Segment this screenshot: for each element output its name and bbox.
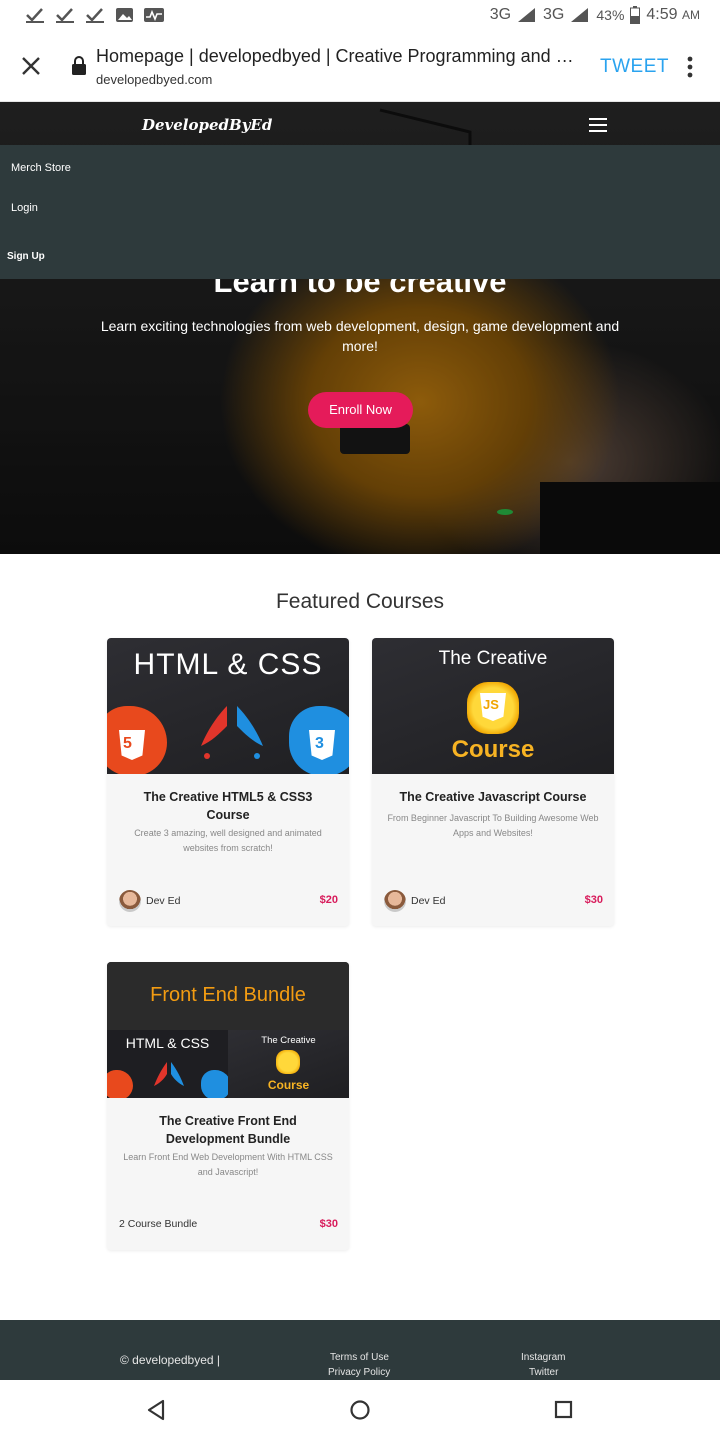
bundle-js-text-2: Course	[267, 1078, 310, 1092]
menu-item-merch-store[interactable]: Merch Store	[11, 162, 71, 174]
course-price: $20	[319, 894, 338, 906]
image-icon	[116, 8, 133, 22]
css3-glyph: 3	[315, 735, 324, 752]
footer-link-terms[interactable]: Terms of Use	[330, 1352, 389, 1363]
check-icon	[86, 8, 104, 23]
nav-menu: Merch Store Login Sign Up	[0, 145, 720, 279]
birds-illustration	[154, 1062, 184, 1086]
course-thumbnail: The Creative JS Course	[372, 638, 614, 774]
browser-toolbar: Homepage | developedbyed | Creative Prog…	[0, 32, 720, 102]
check-icon	[56, 8, 74, 23]
bundle-html-text: HTML & CSS	[125, 1035, 210, 1051]
course-thumbnail: HTML & CSS 5 3	[107, 638, 349, 774]
activity-icon	[144, 8, 164, 22]
bundle-js-text-1: The Creative	[261, 1035, 316, 1046]
featured-courses-heading: Featured Courses	[275, 590, 445, 613]
bundle-html-thumb: HTML & CSS	[107, 1030, 231, 1098]
html5-shield-icon	[107, 1070, 133, 1098]
enroll-now-button[interactable]: Enroll Now	[308, 392, 413, 428]
battery-icon	[630, 6, 641, 24]
course-title[interactable]: The Creative HTML5 & CSS3 Course	[123, 788, 333, 824]
course-meta: 2 Course Bundle	[119, 1218, 197, 1230]
js-glyph: JS	[483, 697, 499, 712]
clock-ampm: AM	[682, 8, 700, 22]
course-description: Learn Front End Web Development With HTM…	[123, 1152, 333, 1177]
bundle-js-thumb: The Creative Course	[228, 1030, 349, 1098]
home-icon[interactable]	[349, 1399, 371, 1421]
page-title: Homepage | developedbyed | Creative Prog…	[96, 46, 586, 66]
network-label-2: 3G	[543, 6, 565, 23]
menu-item-login[interactable]: Login	[11, 202, 38, 214]
thumbnail-line-2: Course	[451, 736, 535, 763]
author-name: Dev Ed	[146, 895, 181, 907]
author-name: Dev Ed	[411, 895, 446, 907]
clock: 4:59 AM	[646, 6, 700, 24]
course-description: Create 3 amazing, well designed and anim…	[134, 828, 322, 853]
footer-link-twitter[interactable]: Twitter	[529, 1367, 558, 1378]
more-vert-icon[interactable]	[687, 56, 693, 78]
network-label: 3G	[489, 6, 512, 23]
lock-icon	[72, 56, 86, 75]
course-author: Dev Ed	[384, 890, 445, 912]
clock-time: 4:59	[646, 6, 678, 23]
tweet-button[interactable]: TWEET	[600, 56, 669, 78]
close-icon[interactable]	[20, 55, 42, 77]
course-title[interactable]: The Creative Front End Development Bundl…	[123, 1112, 333, 1148]
course-card-html-css[interactable]: HTML & CSS 5 3 The Creative HTML5 & CSS3…	[107, 638, 349, 926]
avatar	[119, 890, 141, 912]
signal-icon	[571, 8, 589, 22]
birds-illustration	[201, 706, 263, 759]
css3-shield-icon	[201, 1070, 231, 1098]
check-icon	[26, 8, 44, 23]
footer-link-instagram[interactable]: Instagram	[521, 1352, 565, 1363]
course-title[interactable]: The Creative Javascript Course	[388, 788, 598, 806]
bundle-banner: Front End Bundle	[107, 962, 349, 1030]
course-thumbnail: Front End Bundle HTML & CSS The Creative…	[107, 962, 349, 1098]
course-price: $30	[319, 1218, 338, 1230]
avatar	[384, 890, 406, 912]
bundle-count: 2 Course Bundle	[119, 1218, 198, 1230]
back-icon[interactable]	[146, 1399, 166, 1421]
signal-icon	[518, 8, 536, 22]
page-url: developedbyed.com	[96, 72, 213, 87]
footer-link-privacy[interactable]: Privacy Policy	[328, 1367, 390, 1378]
html5-glyph: 5	[123, 735, 132, 752]
course-price: $30	[584, 894, 603, 906]
footer-copyright: © developedbyed |	[120, 1353, 221, 1367]
course-description: From Beginner Javascript To Building Awe…	[387, 813, 599, 838]
js-logo-icon	[276, 1050, 300, 1074]
menu-icon[interactable]	[589, 118, 607, 132]
site-logo[interactable]: DevelopedByEd	[142, 116, 272, 134]
site-footer: © developedbyed | Terms of Use Privacy P…	[0, 1320, 720, 1380]
battery-percent: 43%	[596, 7, 625, 23]
status-bar: 3G 3G 43% 4:59 AM	[0, 0, 720, 32]
recents-icon[interactable]	[554, 1400, 574, 1420]
hero-subtitle: Learn exciting technologies from web dev…	[100, 318, 620, 354]
thumbnail-text: HTML & CSS	[133, 648, 323, 681]
course-author: Dev Ed	[119, 890, 180, 912]
course-card-javascript[interactable]: The Creative JS Course The Creative Java…	[372, 638, 614, 926]
bundle-banner-text: Front End Bundle	[150, 984, 306, 1006]
system-nav-bar	[0, 1380, 720, 1440]
course-card-bundle[interactable]: Front End Bundle HTML & CSS The Creative…	[107, 962, 349, 1250]
menu-item-sign-up[interactable]: Sign Up	[7, 251, 45, 262]
thumbnail-line-1: The Creative	[438, 648, 548, 669]
